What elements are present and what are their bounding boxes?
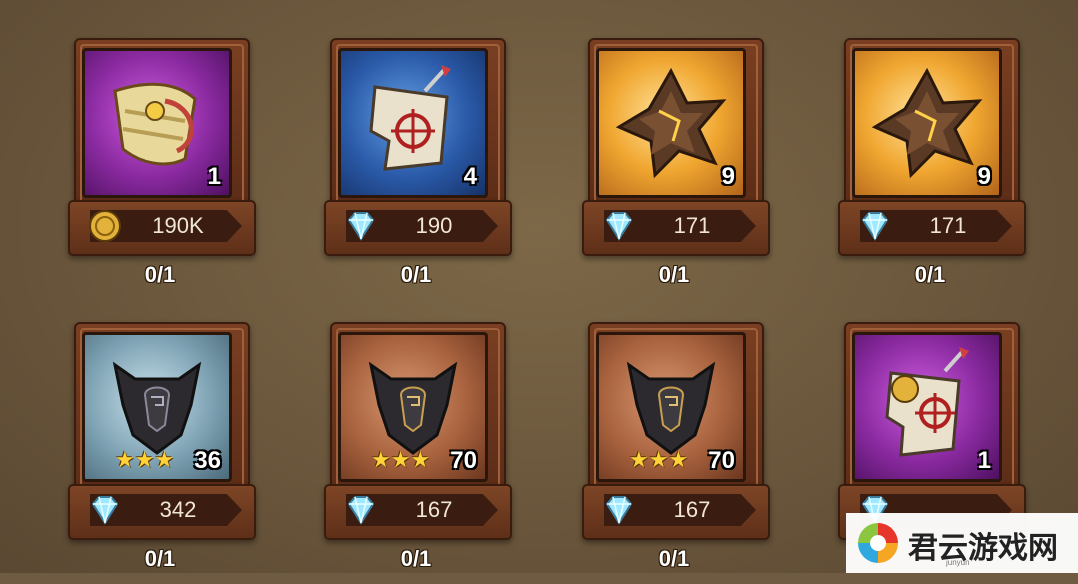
star-rating: ★ ★ ★ bbox=[115, 449, 174, 471]
star-icon: ★ bbox=[668, 447, 689, 472]
item-price: 190K bbox=[152, 213, 204, 238]
star-icon: ★ bbox=[134, 447, 155, 472]
purchase-count: 0/1 bbox=[144, 262, 176, 287]
item-quantity: 9 bbox=[721, 163, 735, 190]
item-tile[interactable]: ★ ★ ★ 36 bbox=[82, 332, 232, 482]
shop-item-card[interactable]: 1 190K 0/1 bbox=[68, 38, 258, 300]
shop-item-card[interactable]: 9 171 0/1 bbox=[582, 38, 772, 300]
star-rating: ★ ★ ★ bbox=[371, 449, 430, 471]
watermark-text: 君云游戏网 bbox=[908, 531, 1058, 566]
item-tile[interactable]: ★ ★ ★ 70 bbox=[596, 332, 746, 482]
purchase-count: 0/1 bbox=[914, 262, 946, 287]
item-quantity: 36 bbox=[194, 447, 221, 474]
item-price: 167 bbox=[673, 497, 711, 522]
item-tile[interactable]: 9 bbox=[852, 48, 1002, 198]
item-tile[interactable]: ★ ★ ★ 70 bbox=[338, 332, 488, 482]
shop-item-card[interactable]: ★ ★ ★ 70 167 0/1 bbox=[324, 322, 514, 584]
item-price: 167 bbox=[415, 497, 453, 522]
diamond-icon bbox=[605, 496, 633, 525]
diamond-icon bbox=[605, 212, 633, 241]
item-tile[interactable]: 4 bbox=[338, 48, 488, 198]
item-quantity: 9 bbox=[977, 163, 991, 190]
item-quantity: 1 bbox=[977, 447, 991, 474]
star-icon: ★ bbox=[648, 447, 669, 472]
diamond-icon bbox=[347, 212, 375, 241]
watermark-logo-icon bbox=[858, 523, 898, 563]
purchase-count: 0/1 bbox=[658, 262, 690, 287]
item-price: 171 bbox=[929, 213, 967, 238]
shop-item-card[interactable]: 4 190 0/1 bbox=[324, 38, 514, 300]
item-price: 171 bbox=[673, 213, 711, 238]
watermark-small-text: junyun bbox=[946, 558, 970, 567]
purchase-count: 0/1 bbox=[658, 546, 690, 571]
item-quantity: 70 bbox=[450, 447, 477, 474]
star-icon: ★ bbox=[390, 447, 411, 472]
star-icon: ★ bbox=[410, 447, 431, 472]
shop-item-card[interactable]: 9 171 0/1 bbox=[838, 38, 1028, 300]
item-price: 190 bbox=[415, 213, 453, 238]
star-icon: ★ bbox=[629, 447, 649, 472]
item-tile[interactable]: 1 bbox=[852, 332, 1002, 482]
item-tile[interactable]: 9 bbox=[596, 48, 746, 198]
shop-item-card[interactable]: ★ ★ ★ 36 342 0/1 bbox=[68, 322, 258, 584]
purchase-count: 0/1 bbox=[400, 546, 432, 571]
diamond-icon bbox=[861, 212, 889, 241]
item-quantity: 70 bbox=[708, 447, 735, 474]
purchase-count: 0/1 bbox=[144, 546, 176, 571]
star-icon: ★ bbox=[154, 447, 175, 472]
watermark: 君云游戏网 junyun bbox=[846, 513, 1078, 573]
gold-coin-icon bbox=[89, 210, 121, 242]
shop-item-card[interactable]: ★ ★ ★ 70 167 0/1 bbox=[582, 322, 772, 584]
item-price: 342 bbox=[159, 497, 197, 522]
item-quantity: 1 bbox=[207, 163, 221, 190]
star-icon: ★ bbox=[115, 447, 135, 472]
item-tile[interactable]: 1 bbox=[82, 48, 232, 198]
diamond-icon bbox=[347, 496, 375, 525]
star-rating: ★ ★ ★ bbox=[629, 449, 688, 471]
star-icon: ★ bbox=[371, 447, 391, 472]
item-quantity: 4 bbox=[463, 163, 477, 190]
diamond-icon bbox=[91, 496, 119, 525]
purchase-count: 0/1 bbox=[400, 262, 432, 287]
